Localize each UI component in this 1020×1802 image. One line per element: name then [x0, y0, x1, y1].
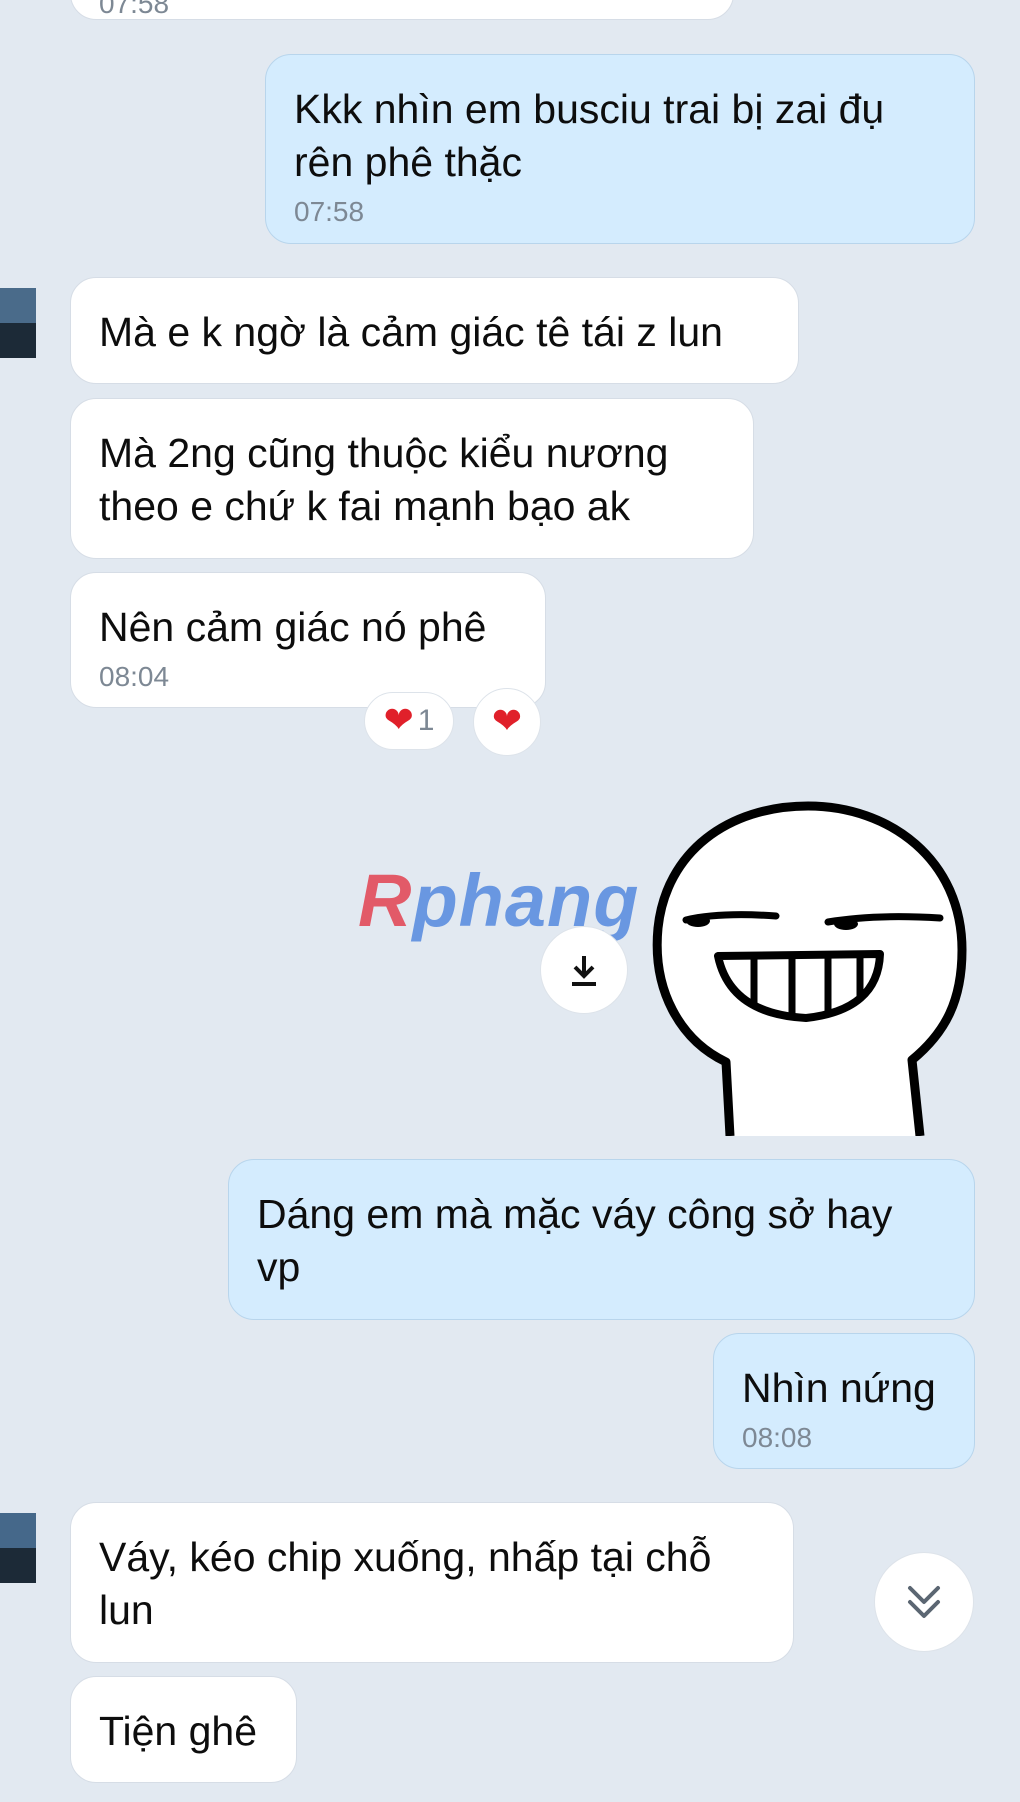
- download-icon: [572, 956, 596, 986]
- heart-icon: ❤: [383, 700, 414, 741]
- double-chevron-down-icon: [908, 1586, 940, 1618]
- reaction-heart-count[interactable]: ❤ 1: [364, 692, 454, 750]
- message-text: Tiện ghê: [99, 1708, 258, 1754]
- message-text: Dáng em mà mặc váy công sở hay vp: [257, 1191, 893, 1290]
- message-text: Váy, kéo chip xuống, nhấp tại chỗ lun: [99, 1534, 712, 1633]
- add-reaction-button[interactable]: ❤: [473, 688, 541, 756]
- message-time: 07:58: [294, 196, 365, 227]
- message-bubble-incoming[interactable]: Mà 2ng cũng thuộc kiểu nương theo e chứ …: [70, 398, 754, 559]
- avatar[interactable]: [0, 1513, 36, 1583]
- message-bubble-incoming[interactable]: Váy, kéo chip xuống, nhấp tại chỗ lun: [70, 1502, 794, 1663]
- message-time: 08:08: [742, 1422, 813, 1453]
- reaction-count: 1: [417, 704, 435, 737]
- message-bubble-incoming[interactable]: Mà e k ngờ là cảm giác tê tái z lun: [70, 277, 799, 384]
- message-bubble-partial[interactable]: 07:58: [70, 0, 734, 20]
- avatar[interactable]: [0, 288, 36, 358]
- message-bubble-outgoing[interactable]: Dáng em mà mặc váy công sở hay vp: [228, 1159, 975, 1320]
- message-text: Mà e k ngờ là cảm giác tê tái z lun: [99, 309, 723, 355]
- message-bubble-outgoing[interactable]: Nhìn nứng 08:08: [713, 1333, 975, 1469]
- message-time: 07:58: [99, 0, 170, 19]
- message-text: Kkk nhìn em busciu trai bị zai đụ rên ph…: [294, 86, 885, 185]
- message-bubble-incoming[interactable]: Nên cảm giác nó phê 08:04: [70, 572, 546, 708]
- heart-icon: ❤: [491, 701, 523, 742]
- message-text: Mà 2ng cũng thuộc kiểu nương theo e chứ …: [99, 430, 669, 529]
- message-text: Nhìn nứng: [742, 1365, 936, 1411]
- message-text: Nên cảm giác nó phê: [99, 604, 487, 650]
- download-button[interactable]: [540, 926, 628, 1014]
- sticker-grinning-face[interactable]: [650, 800, 970, 1136]
- message-bubble-outgoing[interactable]: Kkk nhìn em busciu trai bị zai đụ rên ph…: [265, 54, 975, 244]
- chat-view: 07:58 Kkk nhìn em busciu trai bị zai đụ …: [0, 0, 1020, 1802]
- message-bubble-incoming[interactable]: Tiện ghê: [70, 1676, 297, 1783]
- scroll-to-bottom-button[interactable]: [874, 1552, 974, 1652]
- message-time: 08:04: [99, 661, 170, 692]
